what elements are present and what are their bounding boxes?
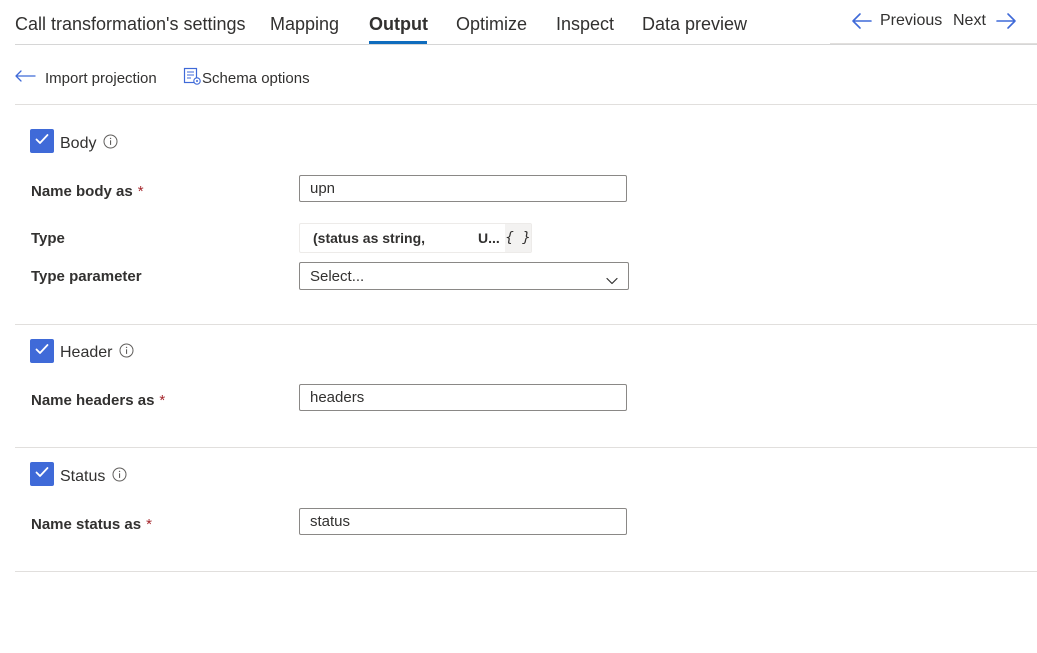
arrow-left-icon bbox=[850, 12, 872, 30]
tab-bar-divider bbox=[15, 44, 1037, 45]
type-parameter-value: Select... bbox=[310, 268, 365, 285]
header-checkbox[interactable] bbox=[30, 339, 54, 363]
checkmark-icon bbox=[35, 132, 49, 150]
name-status-label: Name status as * bbox=[31, 516, 152, 533]
toolbar-divider bbox=[15, 104, 1037, 105]
tab-mapping[interactable]: Mapping bbox=[270, 12, 339, 36]
type-value-truncated: U... bbox=[478, 230, 500, 246]
body-title-label: Body bbox=[60, 135, 97, 152]
import-projection-button[interactable]: Import projection bbox=[15, 66, 157, 90]
next-label: Next bbox=[953, 12, 986, 29]
required-marker: * bbox=[159, 392, 166, 409]
tab-bar: Call transformation's settings Mapping O… bbox=[0, 0, 830, 45]
name-headers-input[interactable] bbox=[299, 384, 627, 411]
checkmark-icon bbox=[35, 465, 49, 483]
checkmark-icon bbox=[35, 342, 49, 360]
type-value: (status as string, bbox=[313, 230, 426, 246]
name-body-text: Name body as bbox=[31, 183, 133, 200]
arrow-right-icon bbox=[996, 12, 1018, 30]
previous-label: Previous bbox=[880, 12, 943, 29]
body-checkbox[interactable] bbox=[30, 129, 54, 153]
status-checkbox[interactable] bbox=[30, 462, 54, 486]
required-marker: * bbox=[146, 516, 152, 533]
schema-options-button[interactable]: Schema options bbox=[183, 66, 310, 90]
header-title-label: Header bbox=[60, 344, 113, 361]
schema-options-label: Schema options bbox=[202, 69, 310, 87]
info-icon[interactable] bbox=[103, 134, 118, 154]
chevron-down-icon bbox=[606, 272, 618, 290]
status-title-label: Status bbox=[60, 468, 106, 485]
info-icon[interactable] bbox=[112, 467, 127, 487]
import-icon bbox=[15, 69, 37, 87]
import-projection-label: Import projection bbox=[45, 69, 157, 87]
nav-controls: Previous Next bbox=[830, 0, 1037, 44]
type-parameter-select[interactable]: Select... bbox=[299, 262, 629, 290]
status-section-title: Status bbox=[60, 467, 127, 487]
tab-data-preview[interactable]: Data preview bbox=[642, 12, 747, 36]
header-section-title: Header bbox=[60, 343, 134, 363]
name-headers-text: Name headers as bbox=[31, 392, 155, 409]
schema-icon bbox=[183, 67, 202, 90]
info-icon[interactable] bbox=[119, 343, 134, 363]
braces-icon[interactable]: { } bbox=[505, 224, 531, 252]
tab-output[interactable]: Output bbox=[369, 12, 428, 36]
tab-optimize[interactable]: Optimize bbox=[456, 12, 527, 36]
next-button[interactable]: Next bbox=[953, 8, 1018, 34]
status-section-divider bbox=[15, 571, 1037, 572]
header-section-divider bbox=[15, 447, 1037, 448]
name-body-label: Name body as * bbox=[31, 183, 144, 200]
previous-button[interactable]: Previous bbox=[850, 8, 942, 34]
body-section-title: Body bbox=[60, 134, 118, 154]
type-field[interactable]: (status as string, U... { } bbox=[299, 223, 532, 253]
name-status-input[interactable] bbox=[299, 508, 627, 535]
name-headers-label: Name headers as * bbox=[31, 392, 165, 409]
tab-call-transformation-settings[interactable]: Call transformation's settings bbox=[15, 12, 246, 36]
required-marker: * bbox=[137, 183, 144, 200]
type-label: Type bbox=[31, 230, 65, 247]
tab-inspect[interactable]: Inspect bbox=[556, 12, 614, 36]
type-parameter-label: Type parameter bbox=[31, 268, 142, 285]
name-body-input[interactable] bbox=[299, 175, 627, 202]
name-status-text: Name status as bbox=[31, 516, 142, 533]
body-section-divider bbox=[15, 324, 1037, 325]
